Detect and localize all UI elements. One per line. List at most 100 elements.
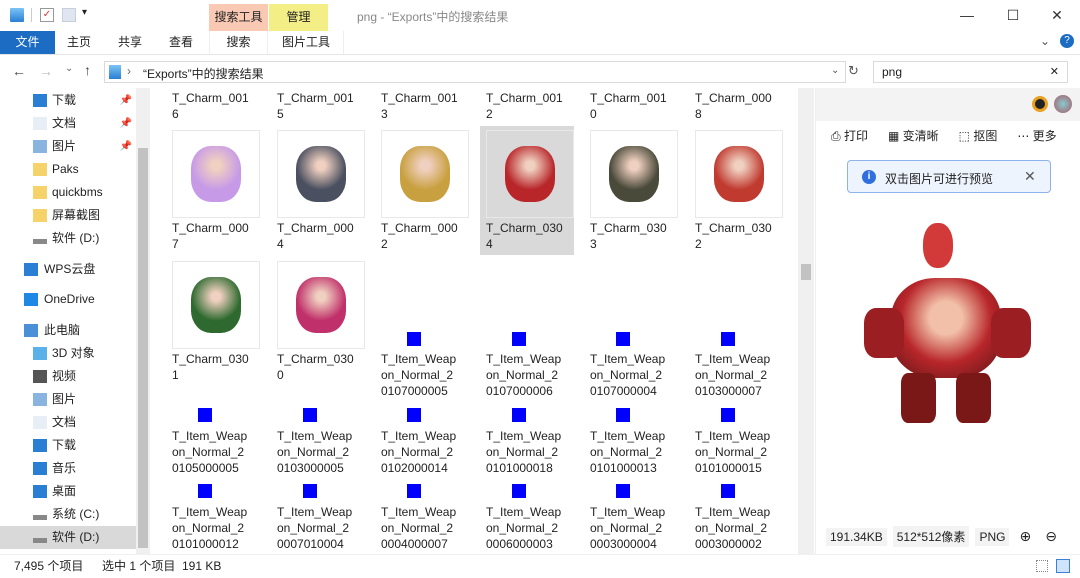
nav-item-label: 软件 (D:): [52, 231, 100, 245]
recent-locations-button[interactable]: ⌄: [65, 63, 73, 74]
zoom-in-icon[interactable]: ⊕: [1019, 528, 1031, 545]
nav-item-label: OneDrive: [44, 292, 95, 306]
navigation-pane: 下载 📌 文档 📌 图片 📌 Paks quickbms 屏幕截图 软件 (D:) WPS云盘 One…: [0, 88, 150, 554]
avatar[interactable]: [1054, 95, 1072, 113]
nav-item[interactable]: 视频: [0, 365, 136, 388]
nav-scrollbar[interactable]: [136, 88, 150, 554]
desktop-icon: [33, 485, 47, 498]
preview-toolbar: ⎙ 打印 ▦ 变清晰 ⬚ 抠图 ⋯ 更多: [831, 127, 1057, 144]
format: PNG: [975, 527, 1010, 546]
nav-item[interactable]: 系统 (C:): [0, 503, 136, 526]
selection-count: 选中 1 个项目: [102, 559, 176, 573]
image-thumbnail: [512, 484, 526, 498]
nav-item[interactable]: 桌面: [0, 480, 136, 503]
nav-item[interactable]: WPS云盘: [0, 258, 136, 281]
tab-search[interactable]: 搜索: [209, 31, 268, 54]
nav-item[interactable]: 屏幕截图: [0, 204, 136, 227]
file-name: T_Item_Weap on_Normal_2 0101000012: [172, 505, 248, 551]
nav-item-label: quickbms: [52, 185, 103, 199]
picture-icon: [33, 393, 47, 406]
nav-item[interactable]: 下载 📌: [0, 89, 136, 112]
back-button[interactable]: ←: [12, 63, 26, 79]
clear-search-icon[interactable]: ✕: [1050, 65, 1059, 78]
explorer-icon: [10, 8, 24, 22]
up-button[interactable]: ↑: [84, 62, 91, 78]
file-item[interactable]: T_Charm_030 4: [480, 126, 574, 255]
print-icon: ⎙: [831, 129, 844, 143]
preview-image[interactable]: [861, 223, 1036, 443]
nav-item[interactable]: 文档 📌: [0, 112, 136, 135]
image-thumbnail: [172, 261, 260, 349]
drive-icon: [33, 515, 47, 520]
pin-icon[interactable]: 📌: [120, 89, 132, 112]
video-icon: [33, 370, 47, 383]
image-thumbnail: [721, 332, 735, 346]
tab-view[interactable]: 查看: [159, 31, 203, 54]
customize-toolbar-icon[interactable]: ▾: [82, 7, 87, 18]
nav-item-label: 此电脑: [44, 323, 81, 337]
preview-tool-button[interactable]: ⎙ 打印: [831, 127, 868, 144]
pin-icon[interactable]: 📌: [120, 112, 132, 135]
tab-home[interactable]: 主页: [57, 31, 101, 54]
refresh-icon[interactable]: ↻: [848, 63, 859, 79]
nav-item[interactable]: 下载: [0, 434, 136, 457]
context-tab-search-tools: 搜索工具: [209, 4, 268, 31]
nav-item[interactable]: Paks: [0, 158, 136, 181]
file-name: T_Charm_000 7: [172, 221, 249, 251]
tab-picture-tools[interactable]: 图片工具: [269, 31, 344, 54]
new-folder-icon[interactable]: [62, 8, 76, 22]
document-icon: [33, 416, 47, 429]
zoom-out-icon[interactable]: ⊖: [1045, 528, 1057, 545]
minimize-button[interactable]: —: [944, 0, 990, 31]
onedrive-icon: [24, 293, 38, 306]
file-name: T_Item_Weap on_Normal_2 0107000006: [486, 352, 562, 398]
nav-item[interactable]: quickbms: [0, 181, 136, 204]
nav-item[interactable]: 软件 (D:): [0, 526, 136, 549]
nav-item[interactable]: 图片: [0, 388, 136, 411]
preview-tool-label: 变清晰: [902, 129, 939, 143]
nav-item[interactable]: 软件 (D:): [0, 227, 136, 250]
nav-item[interactable]: 音乐: [0, 457, 136, 480]
nav-item-label: 3D 对象: [52, 346, 95, 360]
nav-item[interactable]: 文档: [0, 411, 136, 434]
download-icon: [33, 94, 47, 107]
preview-tool-button[interactable]: ⬚ 抠图: [959, 127, 998, 144]
file-name: T_Charm_001 6: [172, 91, 249, 121]
nav-item-label: 文档: [52, 116, 77, 130]
file-name: T_Item_Weap on_Normal_2 0004000007: [381, 505, 457, 551]
image-thumbnail: [590, 130, 678, 218]
collapse-ribbon-icon[interactable]: ⌄: [1040, 34, 1050, 48]
nav-item[interactable]: 图片 📌: [0, 135, 136, 158]
maximize-button[interactable]: ☐: [990, 0, 1036, 31]
plugin-icon[interactable]: [1032, 96, 1048, 112]
details-view-button[interactable]: [1036, 560, 1048, 572]
folder-icon: [33, 163, 47, 176]
large-icons-view-button[interactable]: [1056, 559, 1070, 573]
image-thumbnail: [512, 408, 526, 422]
nav-item[interactable]: OneDrive: [0, 288, 136, 311]
file-name: T_Item_Weap on_Normal_2 0102000014: [381, 429, 457, 475]
properties-icon[interactable]: ✓: [40, 8, 54, 22]
file-scrollbar[interactable]: [798, 88, 814, 554]
nav-item[interactable]: 此电脑: [0, 319, 136, 342]
nav-item-label: WPS云盘: [44, 262, 96, 276]
nav-item[interactable]: 3D 对象: [0, 342, 136, 365]
close-notice-icon[interactable]: ✕: [1024, 168, 1036, 185]
preview-tool-button[interactable]: ▦ 变清晰: [888, 127, 939, 144]
search-input[interactable]: png ✕: [873, 61, 1068, 83]
nav-item-label: 图片: [52, 392, 77, 406]
address-dropdown-icon[interactable]: ⌄: [831, 65, 839, 76]
preview-tool-label: 打印: [843, 129, 868, 143]
pin-icon[interactable]: 📌: [120, 135, 132, 158]
file-name: T_Item_Weap on_Normal_2 0103000005: [277, 429, 353, 475]
status-bar: 7,495 个项目 选中 1 个项目 191 KB: [0, 554, 1080, 578]
address-input[interactable]: › “Exports”中的搜索结果 ⌄: [104, 61, 846, 83]
tab-file[interactable]: 文件: [0, 31, 55, 54]
search-value: png: [882, 65, 903, 79]
forward-button[interactable]: →: [39, 63, 53, 79]
close-button[interactable]: ✕: [1034, 0, 1080, 31]
help-icon[interactable]: ?: [1060, 34, 1074, 48]
preview-tool-button[interactable]: ⋯ 更多: [1017, 127, 1056, 144]
drive-icon: [33, 239, 47, 244]
tab-share[interactable]: 共享: [108, 31, 152, 54]
